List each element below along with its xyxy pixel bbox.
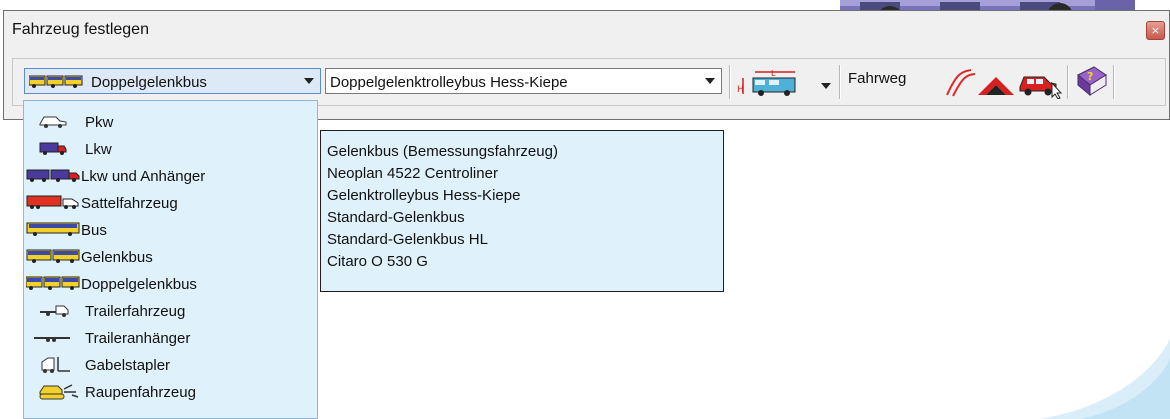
list-item[interactable]: Neoplan 4522 Centroliner bbox=[327, 165, 498, 182]
vehicle-select-value: Doppelgelenktrolleybus Hess-Kiepe bbox=[330, 74, 568, 91]
car-cursor-icon[interactable] bbox=[1019, 76, 1063, 99]
dropdown-item-lkw-und-anhaenger[interactable]: Lkw und Anhänger bbox=[24, 165, 317, 187]
vehicle-model-list: Gelenkbus (Bemessungsfahrzeug) Neoplan 4… bbox=[320, 130, 724, 292]
toolbar-divider bbox=[1113, 65, 1115, 99]
bus-icon bbox=[26, 222, 80, 236]
dialog-title: Fahrzeug festlegen bbox=[12, 21, 149, 38]
dropdown-item-raupenfahrzeug[interactable]: Raupenfahrzeug bbox=[24, 381, 317, 403]
chevron-down-icon[interactable] bbox=[821, 83, 831, 89]
dropdown-item-traileranhaenger[interactable]: Traileranhänger bbox=[24, 327, 317, 349]
list-item[interactable]: Gelenkbus (Bemessungsfahrzeug) bbox=[327, 143, 558, 160]
trailer-icon bbox=[34, 337, 70, 342]
dropdown-item-doppelgelenkbus[interactable]: Doppelgelenkbus bbox=[24, 273, 317, 295]
dropdown-item-sattelfahrzeug[interactable]: Sattelfahrzeug bbox=[24, 192, 317, 214]
dropdown-item-label: Gabelstapler bbox=[85, 357, 171, 374]
toolbar-divider bbox=[729, 65, 731, 99]
list-item[interactable]: Gelenktrolleybus Hess-Kiepe bbox=[327, 187, 520, 204]
dropdown-item-label: Raupenfahrzeug bbox=[85, 384, 196, 401]
chevron-down-icon bbox=[705, 78, 715, 84]
dropdown-item-gabelstapler[interactable]: Gabelstapler bbox=[24, 354, 317, 376]
dropdown-item-trailerfahrzeug[interactable]: Trailerfahrzeug bbox=[24, 300, 317, 322]
list-item[interactable]: Citaro O 530 G bbox=[327, 253, 428, 270]
help-book-icon[interactable]: ? bbox=[1074, 65, 1108, 99]
list-item[interactable]: Standard-Gelenkbus bbox=[327, 209, 465, 226]
forklift-icon bbox=[41, 357, 70, 373]
articulated-bus-icon bbox=[26, 249, 80, 263]
category-select-value: Doppelgelenkbus bbox=[91, 74, 207, 91]
trailer-vehicle-icon bbox=[40, 305, 69, 317]
close-button[interactable]: × bbox=[1146, 21, 1165, 40]
svg-text:?: ? bbox=[1087, 70, 1093, 83]
dropdown-item-label: Bus bbox=[81, 222, 107, 239]
vehicle-dimension-icon[interactable]: H L bbox=[737, 68, 803, 98]
double-articulated-bus-icon bbox=[29, 75, 83, 88]
truck-trailer-icon bbox=[26, 169, 80, 182]
dropdown-item-label: Gelenkbus bbox=[81, 249, 153, 266]
double-articulated-bus-icon bbox=[26, 276, 80, 290]
toolbar-divider bbox=[839, 65, 841, 99]
chevron-down-icon bbox=[304, 78, 314, 84]
svg-text:L: L bbox=[771, 69, 776, 78]
vehicle-model-select[interactable]: Doppelgelenktrolleybus Hess-Kiepe bbox=[325, 68, 722, 94]
dropdown-item-label: Lkw bbox=[85, 141, 112, 158]
tracked-vehicle-icon bbox=[39, 384, 79, 400]
dropdown-item-label: Sattelfahrzeug bbox=[81, 195, 178, 212]
dropdown-item-label: Traileranhänger bbox=[85, 330, 191, 347]
fahrweg-label: Fahrweg bbox=[848, 70, 907, 87]
decorative-swoosh bbox=[1040, 339, 1170, 419]
vehicle-category-dropdown: Pkw Lkw Lkw und Anhänger Sattelfahrzeug bbox=[23, 100, 318, 419]
dropdown-item-gelenkbus[interactable]: Gelenkbus bbox=[24, 246, 317, 268]
vehicle-category-select[interactable]: Doppelgelenkbus bbox=[24, 68, 321, 94]
dropdown-item-label: Doppelgelenkbus bbox=[81, 276, 197, 293]
toolbar: Doppelgelenkbus Doppelgelenktrolleybus H… bbox=[12, 58, 1166, 106]
dropdown-item-lkw[interactable]: Lkw bbox=[24, 138, 317, 160]
toolbar-divider bbox=[1067, 65, 1069, 99]
dropdown-item-bus[interactable]: Bus bbox=[24, 219, 317, 241]
dropdown-item-label: Lkw und Anhänger bbox=[81, 168, 206, 185]
path-curve-icon[interactable] bbox=[943, 68, 977, 98]
dropdown-item-pkw[interactable]: Pkw bbox=[24, 111, 317, 133]
semi-truck-icon bbox=[26, 195, 79, 209]
list-item[interactable]: Standard-Gelenkbus HL bbox=[327, 231, 488, 248]
ramp-icon[interactable] bbox=[978, 77, 1014, 95]
truck-icon bbox=[39, 142, 67, 155]
svg-text:H: H bbox=[737, 85, 744, 95]
car-icon bbox=[39, 116, 67, 128]
dropdown-item-label: Trailerfahrzeug bbox=[85, 303, 186, 320]
dropdown-item-label: Pkw bbox=[85, 114, 114, 131]
